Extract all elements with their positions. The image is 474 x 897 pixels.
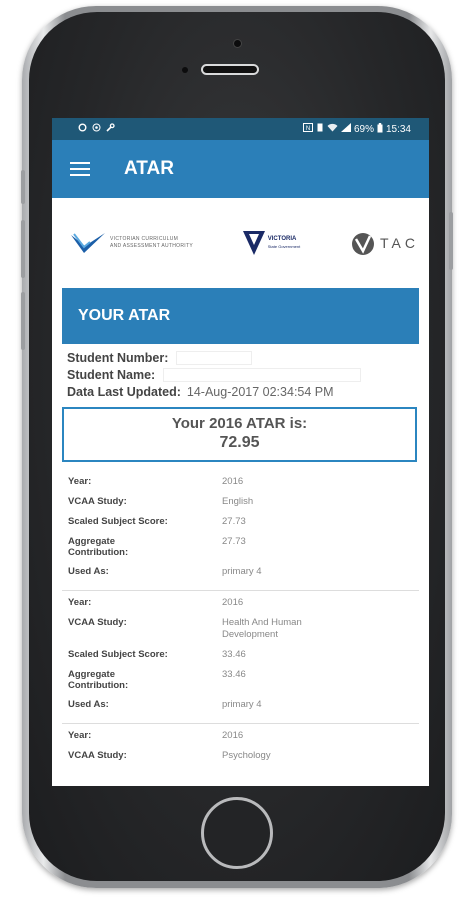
vcaa-name-line2: AND ASSESSMENT AUTHORITY bbox=[110, 243, 193, 249]
home-button[interactable] bbox=[201, 797, 273, 869]
scaled-score-value: 27.73 bbox=[222, 516, 246, 527]
circle-notification-icon bbox=[78, 123, 87, 135]
status-bar: N 69% 15:34 bbox=[52, 118, 429, 140]
student-number-value bbox=[176, 350, 253, 365]
subject-card: Year: 2016 VCAA Study: English Scaled Subj… bbox=[62, 470, 419, 591]
proximity-sensor bbox=[182, 67, 188, 73]
study-value: Health And Human Development bbox=[222, 617, 302, 640]
scaled-score-label: Scaled Subject Score: bbox=[68, 649, 168, 660]
app-bar: ATAR bbox=[52, 140, 429, 198]
volume-button bbox=[21, 170, 25, 204]
svg-text:N: N bbox=[306, 126, 310, 132]
battery-percent: 69% bbox=[353, 123, 374, 135]
hamburger-menu-icon[interactable] bbox=[70, 162, 90, 176]
year-label: Year: bbox=[68, 730, 92, 741]
aggregate-label: Aggregate Contribution: bbox=[68, 669, 129, 691]
vtac-logo: TAC bbox=[350, 230, 419, 256]
victoria-v-icon bbox=[242, 231, 265, 255]
student-number-label: Student Number: bbox=[67, 350, 169, 365]
wifi-icon bbox=[327, 123, 338, 135]
used-as-label: Used As: bbox=[68, 699, 109, 710]
used-as-label: Used As: bbox=[68, 566, 109, 577]
year-label: Year: bbox=[68, 597, 92, 608]
vtac-circle-icon bbox=[352, 233, 375, 255]
student-name-value bbox=[163, 367, 362, 382]
used-as-value: primary 4 bbox=[222, 699, 262, 710]
victoria-sub-label: State Government bbox=[267, 244, 301, 249]
volume-up-button bbox=[21, 220, 25, 278]
section-title: YOUR ATAR bbox=[62, 288, 419, 344]
atar-result-box: Your 2016 ATAR is: 72.95 bbox=[62, 407, 417, 462]
power-button bbox=[449, 212, 453, 270]
nfc-icon: N bbox=[302, 123, 313, 135]
study-value: English bbox=[222, 496, 254, 507]
victoria-label: VICTORIA bbox=[267, 236, 297, 242]
student-info: Student Number: Student Name: Data Last … bbox=[52, 344, 429, 400]
logo-strip: VICTORIAN CURRICULUM AND ASSESSMENT AUTH… bbox=[52, 198, 429, 288]
atar-heading: Your 2016 ATAR is: bbox=[171, 415, 308, 432]
clock: 15:34 bbox=[385, 123, 411, 135]
study-label: VCAA Study: bbox=[68, 496, 127, 507]
aggregate-value: 33.46 bbox=[222, 669, 246, 680]
vcaa-check-icon bbox=[71, 233, 105, 253]
app-title: ATAR bbox=[124, 158, 174, 179]
year-value: 2016 bbox=[222, 476, 244, 487]
study-value: Psychology bbox=[222, 750, 271, 761]
battery-icon bbox=[377, 122, 383, 136]
phone-screen: N 69% 15:34 ATAR VICTORIAN CURRICULUM AN… bbox=[52, 118, 429, 786]
student-name-label: Student Name: bbox=[67, 367, 156, 382]
aggregate-value: 27.73 bbox=[222, 536, 246, 547]
aggregate-label: Aggregate Contribution: bbox=[68, 536, 129, 558]
signal-icon bbox=[340, 123, 351, 135]
vtac-wordmark: TAC bbox=[380, 235, 419, 251]
vcaa-logo: VICTORIAN CURRICULUM AND ASSESSMENT AUTH… bbox=[70, 231, 193, 255]
scaled-score-value: 33.46 bbox=[222, 649, 246, 660]
study-label: VCAA Study: bbox=[68, 617, 127, 628]
vcaa-name-line1: VICTORIAN CURRICULUM bbox=[110, 236, 179, 242]
study-label: VCAA Study: bbox=[68, 750, 127, 761]
wrench-icon bbox=[106, 123, 115, 135]
earpiece-speaker bbox=[201, 64, 259, 75]
settings-notification-icon bbox=[92, 123, 101, 135]
year-label: Year: bbox=[68, 476, 92, 487]
scaled-score-label: Scaled Subject Score: bbox=[68, 516, 168, 527]
victoria-government-logo: VICTORIA State Government bbox=[242, 231, 301, 255]
year-value: 2016 bbox=[222, 730, 244, 741]
volume-down-button bbox=[21, 292, 25, 350]
front-camera bbox=[234, 40, 241, 47]
data-updated-value: 14-Aug-2017 02:34:54 PM bbox=[186, 384, 334, 399]
vibrate-icon bbox=[316, 123, 324, 135]
used-as-value: primary 4 bbox=[222, 566, 262, 577]
year-value: 2016 bbox=[222, 597, 244, 608]
subject-card: Year: 2016 VCAA Study: Psychology bbox=[62, 724, 419, 774]
subject-card: Year: 2016 VCAA Study: Health And Human De… bbox=[62, 591, 419, 724]
atar-score: 72.95 bbox=[219, 434, 260, 451]
data-updated-label: Data Last Updated: bbox=[67, 384, 181, 399]
